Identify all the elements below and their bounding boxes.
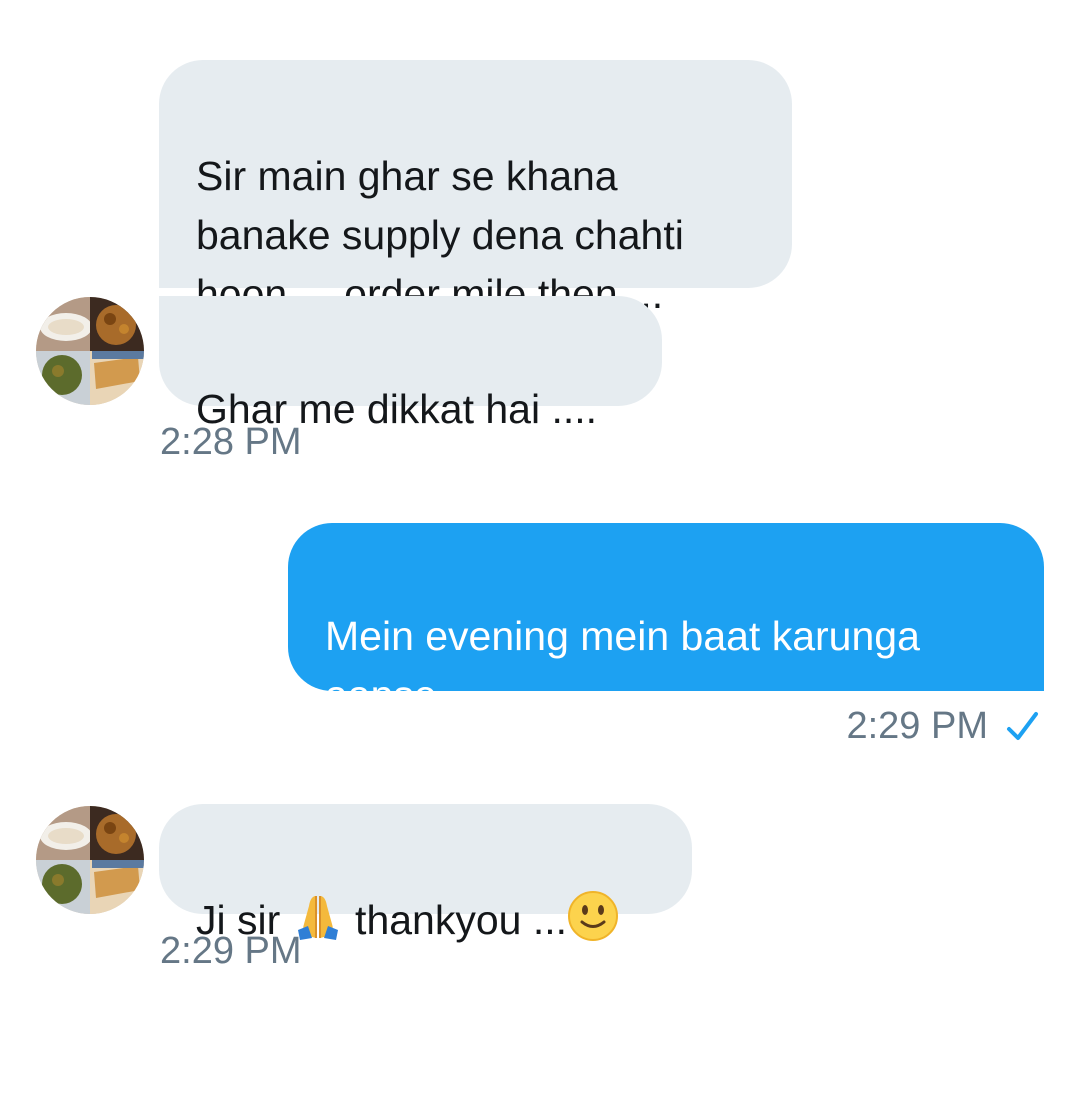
message-text: thankyou ... [343, 897, 568, 943]
message-timestamp: 2:29 PM [846, 705, 988, 747]
message-timestamp: 2:28 PM [160, 421, 302, 463]
message-text: Mein evening mein baat karunga aapse [325, 613, 920, 718]
contact-avatar[interactable] [36, 297, 144, 405]
message-text: Sir main ghar se khana banake supply den… [196, 153, 684, 317]
message-timestamp: 2:29 PM [160, 930, 302, 972]
received-message-bubble[interactable]: Ji sir thankyou ... [159, 804, 692, 943]
food-collage-image [36, 806, 144, 914]
food-collage-image [36, 297, 144, 405]
checkmark-icon [1007, 712, 1038, 740]
contact-avatar[interactable] [36, 806, 144, 914]
smiling-face-icon [568, 891, 619, 941]
received-message-bubble[interactable]: Sir main ghar se khana banake supply den… [159, 60, 792, 317]
received-message-bubble[interactable]: Ghar me dikkat hai .... [159, 296, 662, 432]
sent-message-bubble[interactable]: Mein evening mein baat karunga aapse [288, 523, 1044, 718]
